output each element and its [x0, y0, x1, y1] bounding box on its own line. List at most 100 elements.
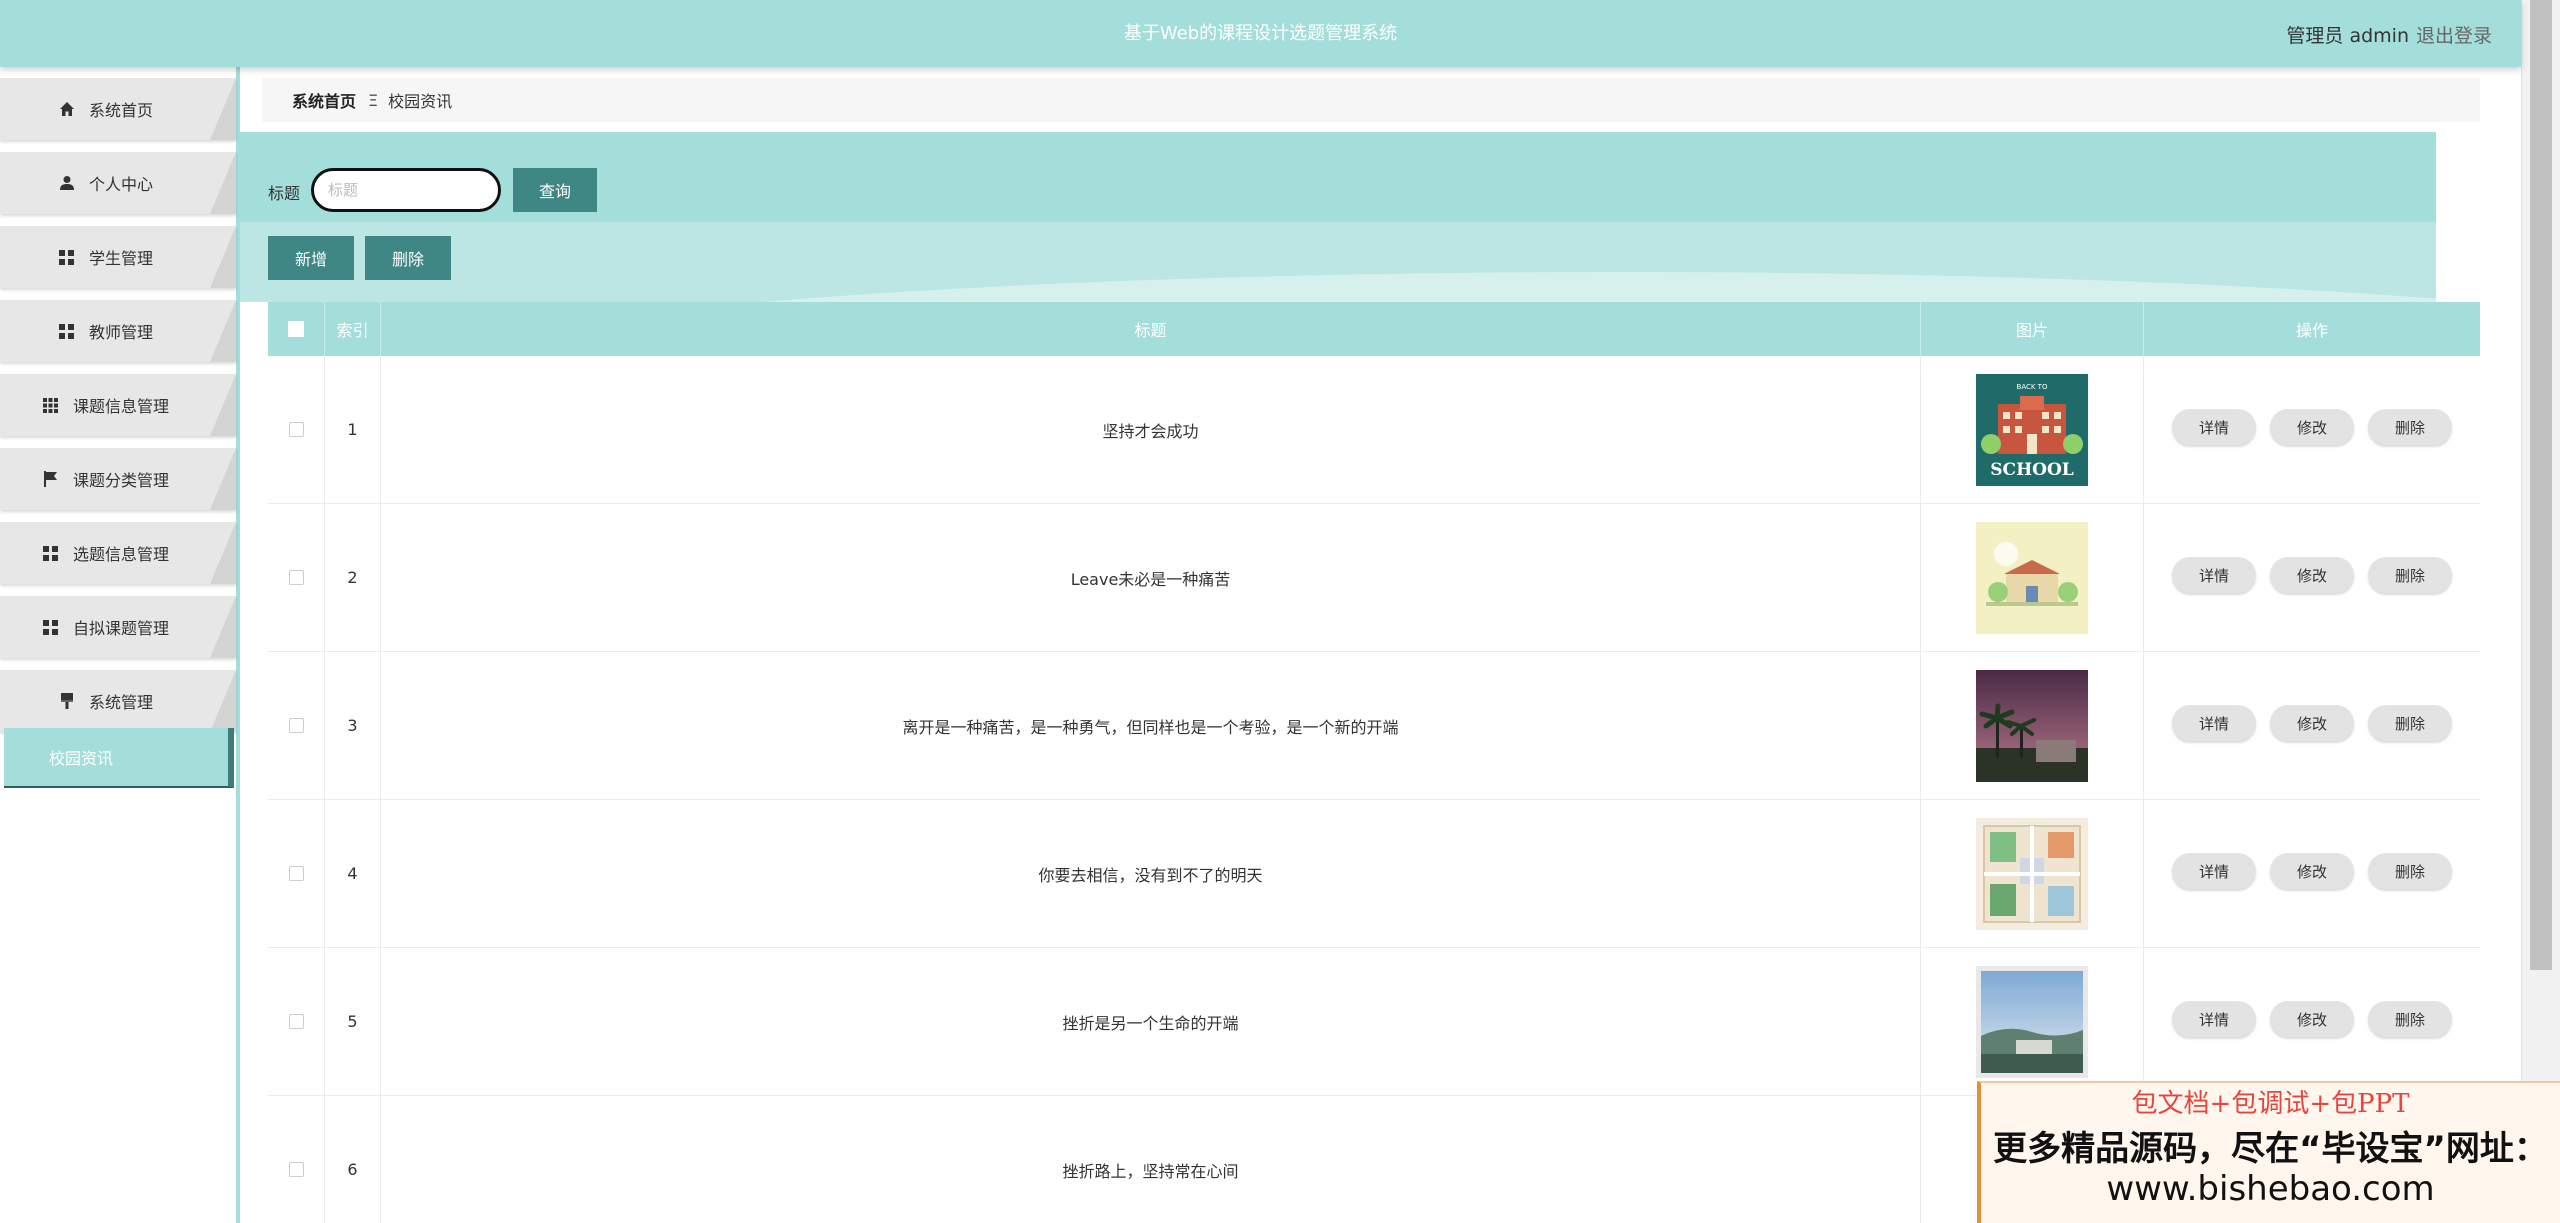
app-title: 基于Web的课程设计选题管理系统	[1123, 23, 1398, 44]
row-title: Leave未必是一种痛苦	[381, 504, 1921, 651]
row-index: 3	[325, 652, 381, 799]
select-all-checkbox[interactable]	[268, 302, 325, 356]
delete-button[interactable]: 删除	[2368, 1001, 2452, 1037]
edit-button[interactable]: 修改	[2270, 1001, 2354, 1037]
sidebar-item-students[interactable]: 学生管理	[0, 226, 236, 288]
scrollbar-thumb[interactable]	[2530, 0, 2552, 970]
sidebar-item-categories[interactable]: 课题分类管理	[0, 448, 236, 510]
detail-button[interactable]: 详情	[2172, 1001, 2256, 1037]
detail-button[interactable]: 详情	[2172, 853, 2256, 889]
table-row: 1 坚持才会成功 SCHOOL BACK TO 详情 修改 删除	[268, 356, 2480, 504]
grid-icon	[57, 323, 77, 339]
row-index: 4	[325, 800, 381, 947]
palm-trees-thumbnail	[1976, 669, 2088, 782]
sidebar-item-selections[interactable]: 选题信息管理	[0, 522, 236, 584]
edit-button[interactable]: 修改	[2270, 557, 2354, 593]
sidebar-item-campus-news[interactable]: 校园资讯	[4, 728, 234, 788]
row-title: 离开是一种痛苦，是一种勇气，但同样也是一个考验，是一个新的开端	[381, 652, 1921, 799]
column-header-image: 图片	[1921, 302, 2144, 356]
delete-button[interactable]: 删除	[2368, 853, 2452, 889]
flag-icon	[41, 471, 61, 487]
breadcrumb: 系统首页 Ξ 校园资讯	[262, 78, 2480, 122]
column-header-index: 索引	[325, 302, 381, 356]
sidebar-item-system[interactable]: 系统管理	[0, 670, 236, 732]
sidebar-item-label: 教师管理	[88, 323, 153, 342]
sidebar-item-label: 课题分类管理	[72, 471, 169, 490]
grid-icon	[57, 249, 77, 265]
row-title: 你要去相信，没有到不了的明天	[381, 800, 1921, 947]
detail-button[interactable]: 详情	[2172, 557, 2256, 593]
brush-icon	[57, 693, 77, 709]
sidebar-item-teachers[interactable]: 教师管理	[0, 300, 236, 362]
sidebar-item-label: 系统管理	[88, 693, 153, 712]
sidebar-item-label: 校园资讯	[48, 749, 113, 768]
sidebar-item-profile[interactable]: 个人中心	[0, 152, 236, 214]
sidebar-item-label: 选题信息管理	[72, 545, 169, 564]
row-title: 坚持才会成功	[381, 356, 1921, 503]
row-title: 挫折路上，坚持常在心间	[381, 1096, 1921, 1223]
sidebar-item-label: 自拟课题管理	[72, 619, 169, 638]
sidebar-item-label: 学生管理	[88, 249, 153, 268]
top-header: 基于Web的课程设计选题管理系统 管理员 admin 退出登录	[0, 0, 2521, 67]
promo-line-1: 包文档+包调试+包PPT	[2131, 1089, 2410, 1119]
column-header-title: 标题	[381, 302, 1921, 356]
table-row: 2 Leave未必是一种痛苦 详情 修改 删除	[268, 504, 2480, 652]
table-row: 5 挫折是另一个生命的开端 详情 修改 删除	[268, 948, 2480, 1096]
table-row: 3 离开是一种痛苦，是一种勇气，但同样也是一个考验，是一个新的开端 详情 修改 …	[268, 652, 2480, 800]
campus-map-thumbnail	[1976, 817, 2088, 930]
grid-icon	[41, 545, 61, 561]
sidebar-item-label: 系统首页	[88, 101, 153, 120]
user-icon	[57, 175, 77, 191]
table-header: 索引 标题 图片 操作	[268, 302, 2480, 356]
add-button[interactable]: 新增	[268, 236, 354, 280]
edit-button[interactable]: 修改	[2270, 409, 2354, 445]
sidebar-item-home[interactable]: 系统首页	[0, 78, 236, 140]
search-title-input[interactable]	[311, 168, 501, 212]
sidebar-item-label: 个人中心	[88, 175, 153, 194]
campus-building-thumbnail	[1976, 521, 2088, 634]
row-checkbox[interactable]	[268, 800, 325, 947]
promo-line-3: www.bishebao.com	[2106, 1169, 2435, 1209]
apps-icon	[41, 397, 61, 413]
breadcrumb-home[interactable]: 系统首页	[292, 88, 356, 112]
row-index: 2	[325, 504, 381, 651]
grid-icon	[41, 619, 61, 635]
home-icon	[57, 101, 77, 117]
row-title: 挫折是另一个生命的开端	[381, 948, 1921, 1095]
delete-button[interactable]: 删除	[2368, 705, 2452, 741]
sidebar-item-topics[interactable]: 课题信息管理	[0, 374, 236, 436]
batch-delete-button[interactable]: 删除	[365, 236, 451, 280]
logout-link[interactable]: 退出登录	[2416, 21, 2492, 48]
current-user-label: 管理员 admin	[2286, 25, 2409, 47]
row-index: 6	[325, 1096, 381, 1223]
sidebar-item-label: 课题信息管理	[72, 397, 169, 416]
row-checkbox[interactable]	[268, 948, 325, 1095]
page-scrollbar[interactable]	[2521, 0, 2560, 1223]
row-checkbox[interactable]	[268, 504, 325, 651]
column-header-actions: 操作	[2295, 321, 2328, 340]
delete-button[interactable]: 删除	[2368, 557, 2452, 593]
detail-button[interactable]: 详情	[2172, 705, 2256, 741]
svg-text:BACK TO: BACK TO	[2017, 383, 2048, 391]
search-title-label: 标题	[268, 184, 301, 203]
search-button[interactable]: 查询	[513, 168, 597, 212]
detail-button[interactable]: 详情	[2172, 409, 2256, 445]
row-checkbox[interactable]	[268, 652, 325, 799]
breadcrumb-current: 校园资讯	[388, 92, 453, 111]
campus-photo-thumbnail	[1976, 965, 2088, 1078]
toolbar-panel	[240, 222, 2436, 302]
promo-line-2: 更多精品源码，尽在“毕设宝”网址：	[1993, 1129, 2548, 1169]
row-checkbox[interactable]	[268, 356, 325, 503]
row-index: 1	[325, 356, 381, 503]
row-index: 5	[325, 948, 381, 1095]
promo-watermark: 包文档+包调试+包PPT 更多精品源码，尽在“毕设宝”网址： www.bishe…	[1977, 1081, 2560, 1223]
sidebar-item-custom-topics[interactable]: 自拟课题管理	[0, 596, 236, 658]
table-row: 4 你要去相信，没有到不了的明天 详情 修改 删除	[268, 800, 2480, 948]
school-thumbnail: SCHOOL BACK TO	[1976, 373, 2088, 486]
delete-button[interactable]: 删除	[2368, 409, 2452, 445]
svg-text:SCHOOL: SCHOOL	[1990, 460, 2073, 480]
row-checkbox[interactable]	[268, 1096, 325, 1223]
breadcrumb-separator: Ξ	[368, 90, 379, 110]
edit-button[interactable]: 修改	[2270, 853, 2354, 889]
edit-button[interactable]: 修改	[2270, 705, 2354, 741]
